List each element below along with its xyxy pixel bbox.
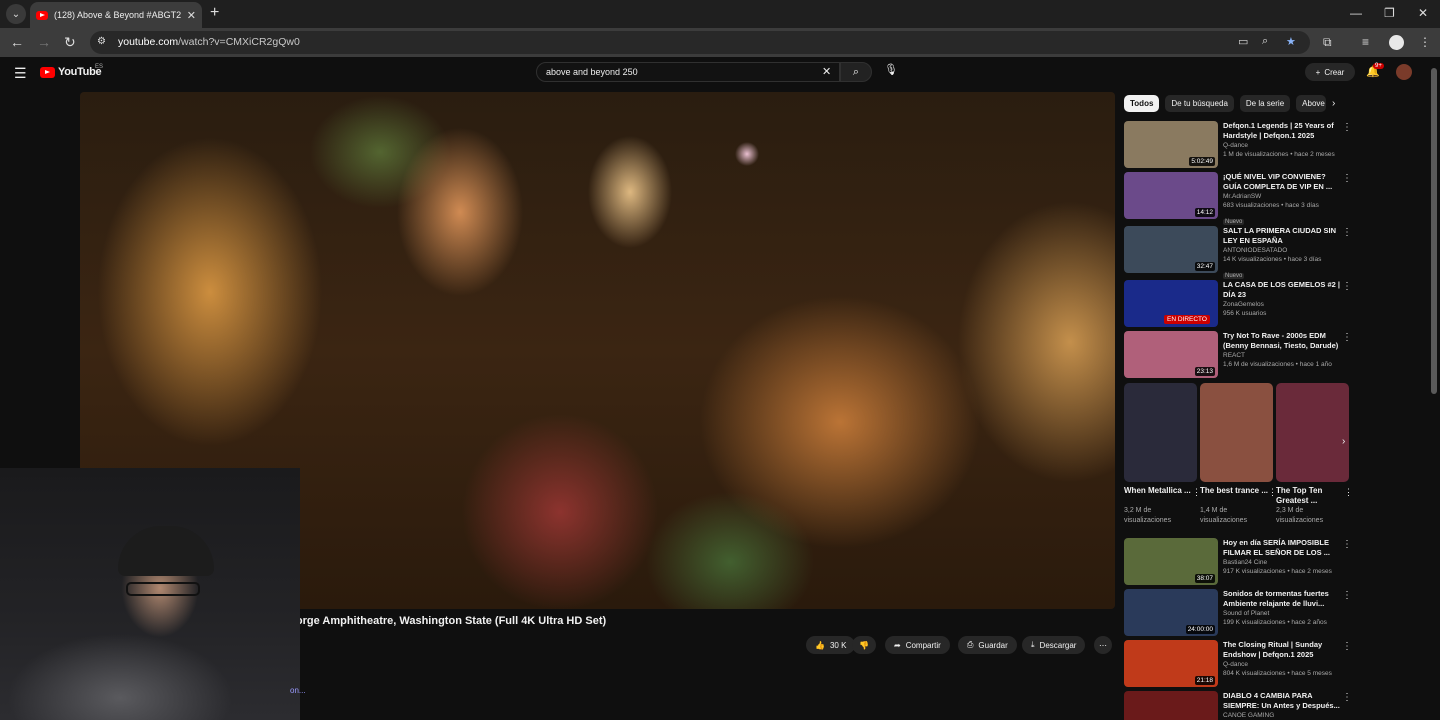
- more-vertical-icon[interactable]: ⋮: [1342, 692, 1352, 703]
- chip-all[interactable]: Todos: [1124, 95, 1160, 112]
- youtube-logo[interactable]: YouTube ES: [40, 64, 103, 78]
- chevron-right-icon[interactable]: ›: [1342, 436, 1345, 447]
- webcam-person-hat: [118, 526, 214, 576]
- minimize-button[interactable]: —: [1350, 6, 1362, 20]
- thumbs-down-icon: 👎: [859, 640, 869, 650]
- youtube-play-icon: [40, 66, 55, 78]
- more-horizontal-icon: ⋯: [1099, 640, 1107, 650]
- chevron-right-icon[interactable]: ›: [1332, 98, 1335, 109]
- video-thumbnail[interactable]: 24:00:00: [1124, 589, 1218, 636]
- more-vertical-icon[interactable]: ⋮: [1342, 281, 1352, 292]
- plus-icon: +: [1315, 67, 1321, 77]
- description-more-link[interactable]: on...: [290, 686, 306, 695]
- hamburger-menu-icon[interactable]: ☰: [14, 65, 27, 82]
- youtube-header: ☰ YouTube ES above and beyond 250 ✕ ⌕ 🎙 …: [0, 57, 1440, 89]
- site-info-icon[interactable]: ⚙: [97, 36, 106, 47]
- chip-from-series[interactable]: De la serie: [1239, 95, 1291, 112]
- search-button[interactable]: ⌕: [840, 62, 872, 82]
- media-control-icon[interactable]: ≡: [1362, 35, 1369, 49]
- browser-profile-avatar[interactable]: [1389, 35, 1404, 50]
- list-item[interactable]: 24:00:00 Sonidos de tormentas fuertes Am…: [1124, 589, 1354, 636]
- short-thumbnail[interactable]: [1276, 383, 1349, 482]
- zoom-icon[interactable]: ⌕: [1262, 35, 1268, 48]
- more-vertical-icon[interactable]: ⋮: [1344, 487, 1353, 498]
- more-vertical-icon[interactable]: ⋮: [1342, 173, 1352, 184]
- tab-search-button[interactable]: ⌄: [6, 4, 26, 24]
- video-thumbnail[interactable]: EN DIRECTO: [1124, 280, 1218, 327]
- list-item[interactable]: EN DIRECTO LA CASA DE LOS GEMELOS #2 | D…: [1124, 280, 1354, 327]
- reload-button[interactable]: ↻: [64, 34, 76, 51]
- share-icon: ➦: [894, 640, 901, 650]
- cast-icon[interactable]: ▭: [1238, 35, 1248, 48]
- bookmark-icon: ⎙: [967, 640, 974, 649]
- more-vertical-icon[interactable]: ⋮: [1342, 641, 1352, 652]
- tab-title: (128) Above & Beyond #ABGT2: [54, 10, 182, 20]
- video-thumbnail[interactable]: 23:13: [1124, 331, 1218, 378]
- video-thumbnail[interactable]: 5:02:49: [1124, 121, 1218, 168]
- video-thumbnail[interactable]: 14:12: [1124, 172, 1218, 219]
- list-item[interactable]: 21:18 The Closing Ritual | Sunday Endsho…: [1124, 640, 1354, 687]
- short-thumbnail[interactable]: [1124, 383, 1197, 482]
- clear-search-icon[interactable]: ✕: [822, 65, 831, 78]
- more-vertical-icon[interactable]: ⋮: [1342, 590, 1352, 601]
- short-card[interactable]: The best trance ... 1,4 M de visualizaci…: [1200, 383, 1277, 526]
- more-vertical-icon[interactable]: ⋮: [1342, 332, 1352, 343]
- list-item[interactable]: 5:02:49 Defqon.1 Legends | 25 Years of H…: [1124, 121, 1354, 168]
- url-text: youtube.com/watch?v=CMXiCR2gQw0: [118, 36, 300, 48]
- list-item[interactable]: 23:13 Try Not To Rave - 2000s EDM (Benny…: [1124, 331, 1354, 378]
- browser-tab-strip: ⌄ (128) Above & Beyond #ABGT2 ✕ + — ❐ ✕: [0, 0, 1440, 28]
- video-thumbnail[interactable]: 32:47: [1124, 226, 1218, 273]
- close-tab-icon[interactable]: ✕: [187, 9, 196, 22]
- list-item[interactable]: 32:47 SALT LA PRIMERA CIUDAD SIN LEY EN …: [1124, 226, 1354, 282]
- search-icon: ⌕: [852, 66, 860, 78]
- restore-button[interactable]: ❐: [1384, 6, 1395, 20]
- chip-above[interactable]: Above: [1296, 95, 1327, 112]
- forward-button[interactable]: →: [37, 34, 51, 50]
- dislike-button[interactable]: 👎: [852, 636, 876, 654]
- list-item[interactable]: 38:07 Hoy en día SERÍA IMPOSIBLE FILMAR …: [1124, 538, 1354, 585]
- share-button[interactable]: ➦ Compartir: [885, 636, 950, 654]
- browser-menu-icon[interactable]: ⋮: [1419, 35, 1431, 49]
- short-card[interactable]: When Metallica ... 3,2 M de visualizacio…: [1124, 383, 1201, 526]
- list-item[interactable]: DIABLO 4 CAMBIA PARA SIEMPRE: Un Antes y…: [1124, 691, 1354, 720]
- page-scrollbar[interactable]: [1431, 68, 1437, 394]
- save-button[interactable]: ⎙ Guardar: [958, 636, 1017, 654]
- video-title: t The Gorge Amphitheatre, Washington Sta…: [258, 615, 607, 627]
- bookmark-star-icon[interactable]: ★: [1286, 35, 1296, 48]
- more-vertical-icon[interactable]: ⋮: [1342, 539, 1352, 550]
- short-card[interactable]: The Top Ten Greatest ... 2,3 M de visual…: [1276, 383, 1353, 526]
- create-button[interactable]: + Crear: [1305, 63, 1355, 81]
- like-button[interactable]: 👍 30 K: [806, 636, 856, 654]
- more-vertical-icon[interactable]: ⋮: [1342, 122, 1352, 133]
- user-avatar[interactable]: [1396, 64, 1412, 80]
- extensions-icon[interactable]: ⧉: [1323, 35, 1332, 50]
- chip-from-search[interactable]: De tu búsqueda: [1165, 95, 1234, 112]
- youtube-favicon-icon: [36, 10, 48, 20]
- list-item[interactable]: 14:12 ¡QUÉ NIVEL VIP CONVIENE? GUÍA COMP…: [1124, 172, 1354, 228]
- more-actions-button[interactable]: ⋯: [1094, 636, 1112, 654]
- search-input[interactable]: above and beyond 250: [536, 62, 840, 82]
- recommendation-filter-chips: Todos De tu búsqueda De la serie Above: [1124, 95, 1327, 112]
- video-thumbnail[interactable]: 38:07: [1124, 538, 1218, 585]
- webcam-person-glasses: [126, 582, 200, 596]
- more-vertical-icon[interactable]: ⋮: [1342, 227, 1352, 238]
- browser-toolbar: ← → ↻ ⚙ youtube.com/watch?v=CMXiCR2gQw0 …: [0, 28, 1440, 57]
- address-bar[interactable]: ⚙ youtube.com/watch?v=CMXiCR2gQw0 ▭ ⌕ ★: [90, 31, 1310, 54]
- new-tab-button[interactable]: +: [210, 4, 219, 22]
- mic-icon[interactable]: 🎙: [884, 63, 898, 76]
- close-window-button[interactable]: ✕: [1418, 6, 1428, 20]
- webcam-overlay: [0, 468, 300, 720]
- short-thumbnail[interactable]: [1200, 383, 1273, 482]
- video-thumbnail[interactable]: 21:18: [1124, 640, 1218, 687]
- back-button[interactable]: ←: [10, 34, 24, 50]
- thumbs-up-icon: 👍: [815, 640, 825, 650]
- browser-tab-active[interactable]: (128) Above & Beyond #ABGT2 ✕: [30, 2, 202, 28]
- notification-count-badge: 9+: [1373, 63, 1384, 69]
- download-icon: ⤓: [1031, 640, 1035, 649]
- video-thumbnail[interactable]: [1124, 691, 1218, 720]
- download-button[interactable]: ⤓ Descargar: [1022, 636, 1086, 654]
